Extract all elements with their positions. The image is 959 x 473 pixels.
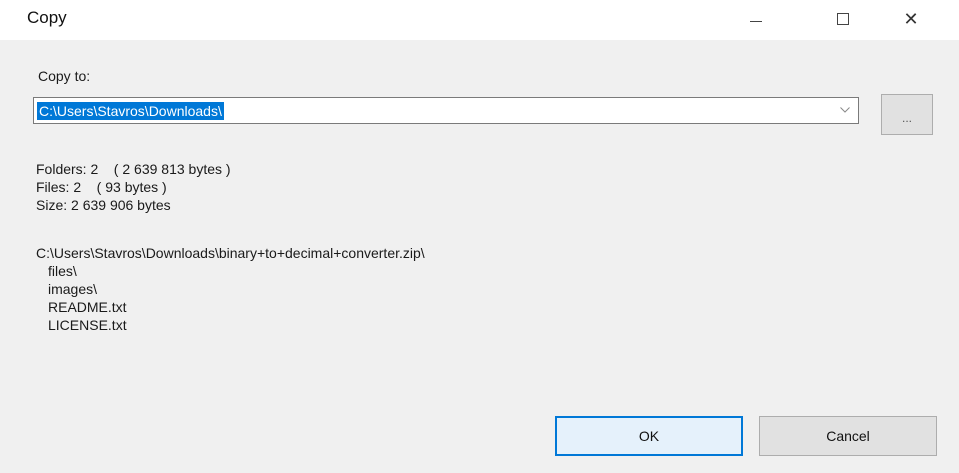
destination-combobox[interactable]: C:\Users\Stavros\Downloads\ bbox=[33, 97, 859, 124]
browse-button[interactable]: ... bbox=[881, 94, 933, 135]
list-item: images\ bbox=[48, 281, 98, 297]
source-path: C:\Users\Stavros\Downloads\binary+to+dec… bbox=[36, 245, 425, 261]
folders-summary: Folders: 2 ( 2 639 813 bytes ) bbox=[36, 161, 231, 177]
minimize-button[interactable] bbox=[733, 0, 779, 38]
maximize-icon bbox=[837, 13, 849, 25]
list-item: files\ bbox=[48, 263, 77, 279]
title-bar: Copy ✕ bbox=[0, 0, 959, 40]
copy-to-label: Copy to: bbox=[38, 68, 91, 84]
list-item: README.txt bbox=[48, 299, 127, 315]
files-summary: Files: 2 ( 93 bytes ) bbox=[36, 179, 167, 195]
copy-dialog: Copy ✕ Copy to: C:\Users\Stavros\Downloa… bbox=[0, 0, 959, 473]
window-title: Copy bbox=[27, 8, 67, 27]
close-button[interactable]: ✕ bbox=[888, 0, 934, 38]
destination-input-value[interactable]: C:\Users\Stavros\Downloads\ bbox=[37, 102, 224, 120]
maximize-button[interactable] bbox=[820, 0, 866, 38]
chevron-down-icon[interactable] bbox=[838, 103, 852, 117]
ok-button[interactable]: OK bbox=[555, 416, 743, 456]
cancel-button[interactable]: Cancel bbox=[759, 416, 937, 456]
minimize-icon bbox=[750, 20, 762, 22]
size-summary: Size: 2 639 906 bytes bbox=[36, 197, 171, 213]
list-item: LICENSE.txt bbox=[48, 317, 127, 333]
close-icon: ✕ bbox=[903, 9, 919, 29]
